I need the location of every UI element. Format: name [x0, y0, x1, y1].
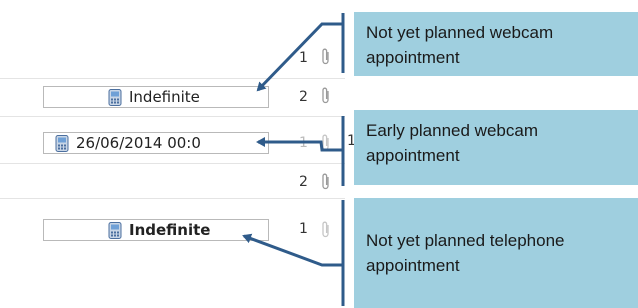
- arrow-to-row-1: [256, 22, 343, 92]
- arrow-to-row-4: [242, 233, 343, 267]
- connector-arrows: [242, 13, 345, 306]
- arrow-to-row-2: [256, 137, 343, 152]
